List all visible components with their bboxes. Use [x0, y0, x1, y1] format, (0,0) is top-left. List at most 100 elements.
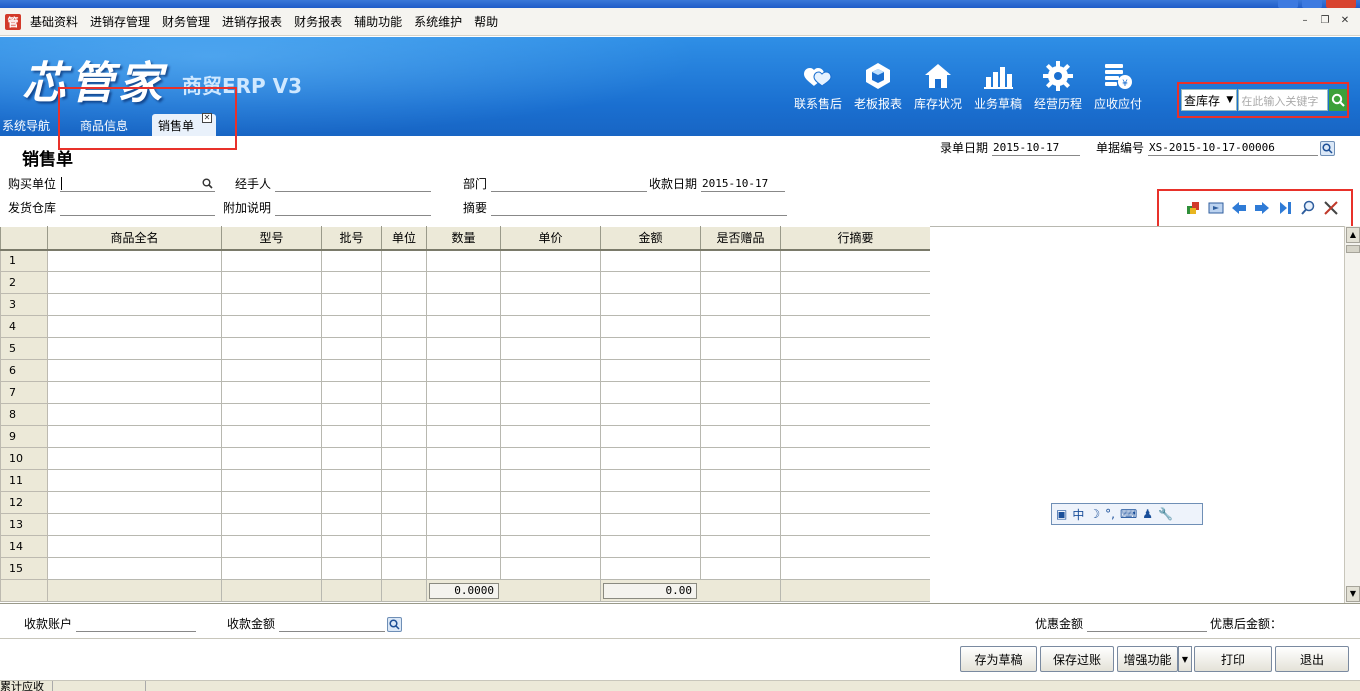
grid-cell[interactable] — [47, 271, 222, 294]
receive-date-input[interactable]: 2015-10-17 — [701, 176, 786, 192]
grid-cell[interactable] — [500, 359, 601, 382]
grid-cell[interactable] — [426, 337, 501, 360]
grid-cell[interactable] — [600, 293, 701, 316]
row-number-cell[interactable]: 7 — [0, 381, 48, 404]
grid-cell[interactable] — [500, 293, 601, 316]
grid-cell[interactable] — [221, 381, 322, 404]
grid-cell[interactable] — [600, 403, 701, 426]
doc-no-lookup-button[interactable] — [1320, 141, 1336, 156]
grid-cell[interactable] — [381, 491, 427, 514]
row-number-cell[interactable]: 9 — [0, 425, 48, 448]
grid-cell[interactable] — [600, 249, 701, 272]
tab-sales-order[interactable]: 销售单 ✕ — [152, 113, 216, 136]
grid-cell[interactable] — [700, 293, 781, 316]
menu-auxiliary[interactable]: 辅助功能 — [348, 13, 408, 30]
discount-input[interactable] — [1087, 616, 1208, 632]
grid-cell[interactable] — [381, 469, 427, 492]
grid-cell[interactable] — [780, 249, 931, 272]
grid-cell[interactable] — [780, 359, 931, 382]
grid-cell[interactable] — [321, 359, 382, 382]
grid-cell[interactable] — [221, 271, 322, 294]
grid-cell[interactable] — [600, 315, 701, 338]
row-number-cell[interactable]: 13 — [0, 513, 48, 536]
menu-finance-reports[interactable]: 财务报表 — [288, 13, 348, 30]
account-input[interactable] — [76, 616, 197, 632]
minimize-window-button[interactable] — [1278, 0, 1298, 8]
col-header-is-gift[interactable]: 是否赠品 — [700, 226, 781, 251]
grid-cell[interactable] — [381, 557, 427, 580]
close-window-button[interactable] — [1326, 0, 1356, 8]
business-history-button[interactable]: 经营历程 — [1028, 59, 1088, 112]
user-icon[interactable]: ♟ — [1142, 507, 1153, 521]
grid-cell[interactable] — [780, 425, 931, 448]
col-header-quantity[interactable]: 数量 — [426, 226, 501, 251]
row-number-cell[interactable]: 10 — [0, 447, 48, 470]
grid-cell[interactable] — [321, 271, 382, 294]
grid-cell[interactable] — [600, 513, 701, 536]
row-number-cell[interactable]: 4 — [0, 315, 48, 338]
search-input[interactable]: 在此输入关键字 — [1238, 89, 1328, 111]
wrench-icon[interactable]: 🔧 — [1158, 507, 1173, 521]
scroll-down-icon[interactable]: ▼ — [1346, 586, 1360, 602]
after-sales-button[interactable]: 联系售后 — [788, 59, 848, 112]
grid-cell[interactable] — [221, 447, 322, 470]
grid-cell[interactable] — [700, 557, 781, 580]
grid-cell[interactable] — [221, 293, 322, 316]
grid-cell[interactable] — [780, 381, 931, 404]
row-number-cell[interactable]: 5 — [0, 337, 48, 360]
grid-cell[interactable] — [700, 469, 781, 492]
mdi-restore-icon[interactable]: ❐ — [1318, 14, 1332, 28]
add-item-icon[interactable] — [1185, 200, 1201, 216]
grid-cell[interactable] — [500, 337, 601, 360]
grid-cell[interactable] — [426, 271, 501, 294]
menu-help[interactable]: 帮助 — [468, 13, 504, 30]
grid-cell[interactable] — [221, 315, 322, 338]
grid-cell[interactable] — [600, 447, 701, 470]
grid-cell[interactable] — [500, 249, 601, 272]
grid-cell[interactable] — [600, 381, 701, 404]
grid-cell[interactable] — [381, 337, 427, 360]
grid-cell[interactable] — [500, 513, 601, 536]
grid-cell[interactable] — [381, 249, 427, 272]
grid-cell[interactable] — [500, 315, 601, 338]
search-icon[interactable] — [202, 178, 213, 189]
grid-cell[interactable] — [381, 425, 427, 448]
grid-cell[interactable] — [700, 359, 781, 382]
grid-cell[interactable] — [500, 557, 601, 580]
grid-cell[interactable] — [47, 293, 222, 316]
grid-cell[interactable] — [780, 469, 931, 492]
grid-cell[interactable] — [321, 315, 382, 338]
tab-close-icon[interactable]: ✕ — [202, 113, 212, 123]
print-button[interactable]: 打印 — [1194, 646, 1272, 672]
grid-cell[interactable] — [47, 425, 222, 448]
grid-cell[interactable] — [426, 381, 501, 404]
col-header-model[interactable]: 型号 — [221, 226, 322, 251]
handler-input[interactable] — [275, 176, 432, 192]
grid-cell[interactable] — [47, 337, 222, 360]
grid-cell[interactable] — [321, 491, 382, 514]
grid-cell[interactable] — [600, 425, 701, 448]
grid-cell[interactable] — [381, 535, 427, 558]
doc-no-input[interactable]: XS-2015-10-17-00006 — [1148, 140, 1319, 156]
grid-cell[interactable] — [221, 491, 322, 514]
row-number-cell[interactable]: 3 — [0, 293, 48, 316]
grid-cell[interactable] — [426, 491, 501, 514]
grid-cell[interactable] — [700, 535, 781, 558]
menu-system-maintenance[interactable]: 系统维护 — [408, 13, 468, 30]
grid-cell[interactable] — [780, 337, 931, 360]
grid-cell[interactable] — [500, 381, 601, 404]
grid-cell[interactable] — [321, 469, 382, 492]
exit-button[interactable]: 退出 — [1275, 646, 1349, 672]
grid-cell[interactable] — [47, 315, 222, 338]
grid-cell[interactable] — [426, 403, 501, 426]
ime-language-toggle[interactable]: 中 — [1072, 506, 1084, 523]
grid-cell[interactable] — [780, 293, 931, 316]
scroll-up-icon[interactable]: ▲ — [1346, 227, 1360, 243]
save-draft-button[interactable]: 存为草稿 — [960, 646, 1037, 672]
grid-cell[interactable] — [381, 315, 427, 338]
warehouse-input[interactable] — [60, 200, 216, 216]
grid-cell[interactable] — [500, 403, 601, 426]
col-header-amount[interactable]: 金额 — [600, 226, 701, 251]
grid-cell[interactable] — [321, 381, 382, 404]
grid-cell[interactable] — [600, 469, 701, 492]
